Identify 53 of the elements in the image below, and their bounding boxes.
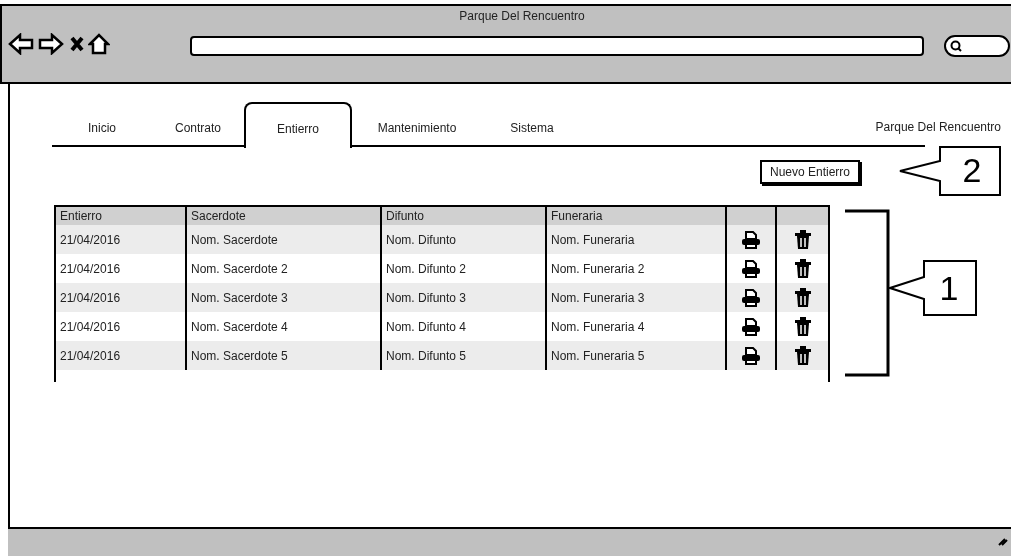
- header-cell: [776, 207, 828, 225]
- new-burial-button[interactable]: Nuevo Entierro: [760, 160, 861, 184]
- column-header: Funeraria: [551, 209, 603, 223]
- table-cell: Nom. Difunto 5: [386, 348, 467, 363]
- table-cell: Nom. Sacerdote: [191, 232, 278, 247]
- table-cell: 21/04/2016: [60, 290, 121, 305]
- printer-icon[interactable]: [741, 345, 761, 366]
- table-cell: 21/04/2016: [60, 348, 121, 363]
- table-cell: Nom. Funeraria 4: [551, 319, 645, 334]
- table-cell: Nom. Difunto 4: [386, 319, 467, 334]
- printer-icon[interactable]: [741, 258, 761, 279]
- tab[interactable]: Entierro: [244, 102, 352, 148]
- table-cell: 21/04/2016: [60, 261, 121, 276]
- table-cell: Nom. Funeraria 5: [551, 348, 645, 363]
- column-header: Sacerdote: [191, 209, 246, 223]
- column-header: Entierro: [60, 209, 103, 223]
- callout-number: 1: [938, 268, 960, 309]
- close-icon[interactable]: [70, 36, 84, 52]
- table-cell: Nom. Funeraria 2: [551, 261, 645, 276]
- back-icon[interactable]: [8, 33, 34, 55]
- column-header: Difunto: [386, 209, 425, 223]
- printer-icon[interactable]: [741, 316, 761, 337]
- tab[interactable]: Contrato: [152, 102, 244, 148]
- forward-icon[interactable]: [38, 33, 64, 55]
- search-icon: [950, 40, 962, 52]
- home-icon[interactable]: [88, 33, 110, 55]
- window-title: Parque Del Rencuentro: [458, 8, 586, 25]
- trash-icon[interactable]: [794, 316, 811, 337]
- table-cell: Nom. Sacerdote 5: [191, 348, 288, 363]
- search-field[interactable]: [944, 35, 1010, 57]
- trash-icon[interactable]: [794, 229, 811, 250]
- table-cell: Nom. Difunto 3: [386, 290, 467, 305]
- header-label: Parque Del Rencuentro: [875, 119, 1001, 136]
- table-cell: 21/04/2016: [60, 232, 121, 247]
- tab[interactable]: Sistema: [482, 102, 582, 148]
- trash-icon[interactable]: [794, 258, 811, 279]
- table-cell: Nom. Funeraria 3: [551, 290, 645, 305]
- trash-icon[interactable]: [794, 345, 811, 366]
- table-cell: Nom. Sacerdote 2: [191, 261, 288, 276]
- tab[interactable]: Mantenimiento: [352, 102, 482, 148]
- table-cell: Nom. Sacerdote 4: [191, 319, 288, 334]
- resize-grip-icon[interactable]: [998, 536, 1008, 546]
- address-bar[interactable]: [190, 36, 924, 56]
- table-cell: 21/04/2016: [60, 319, 121, 334]
- printer-icon[interactable]: [741, 287, 761, 308]
- table-cell: Nom. Funeraria: [551, 232, 635, 247]
- callout-number: 2: [961, 150, 983, 191]
- table-cell: Nom. Difunto: [386, 232, 457, 247]
- tab[interactable]: Inicio: [52, 102, 152, 148]
- table-cell: Nom. Sacerdote 3: [191, 290, 288, 305]
- table-cell: Nom. Difunto 2: [386, 261, 467, 276]
- trash-icon[interactable]: [794, 287, 811, 308]
- printer-icon[interactable]: [741, 229, 761, 250]
